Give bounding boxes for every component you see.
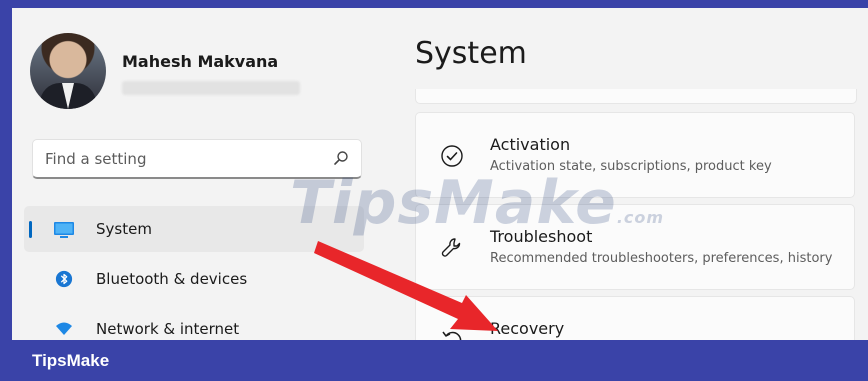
avatar[interactable] (30, 33, 106, 109)
search-placeholder: Find a setting (45, 150, 147, 168)
footer-brand: TipsMake (32, 351, 110, 370)
sidebar-item-label: Bluetooth & devices (96, 270, 248, 288)
sidebar-item-label: Network & internet (96, 320, 240, 338)
active-indicator (29, 221, 32, 238)
page-title: System (415, 36, 527, 71)
card-subtitle: Recommended troubleshooters, preferences… (490, 251, 833, 266)
bluetooth-icon (55, 270, 73, 288)
card-title: Activation (490, 135, 571, 154)
check-circle-icon (441, 145, 463, 167)
search-icon[interactable] (333, 150, 349, 166)
footer-bar: TipsMake (0, 340, 868, 381)
profile-email-redacted (122, 81, 300, 95)
settings-window: Mahesh Makvana Find a setting System Blu (12, 8, 868, 340)
wifi-icon (56, 322, 72, 335)
card-subtitle: Activation state, subscriptions, product… (490, 159, 772, 174)
profile-name: Mahesh Makvana (122, 52, 279, 71)
pointer-arrow-icon (314, 241, 498, 331)
sidebar-item-label: System (96, 220, 152, 238)
search-input[interactable]: Find a setting (32, 139, 362, 179)
user-profile[interactable]: Mahesh Makvana (30, 33, 330, 113)
previous-card-edge (415, 89, 857, 104)
activation-card[interactable]: Activation Activation state, subscriptio… (415, 112, 855, 198)
display-icon (54, 222, 74, 238)
